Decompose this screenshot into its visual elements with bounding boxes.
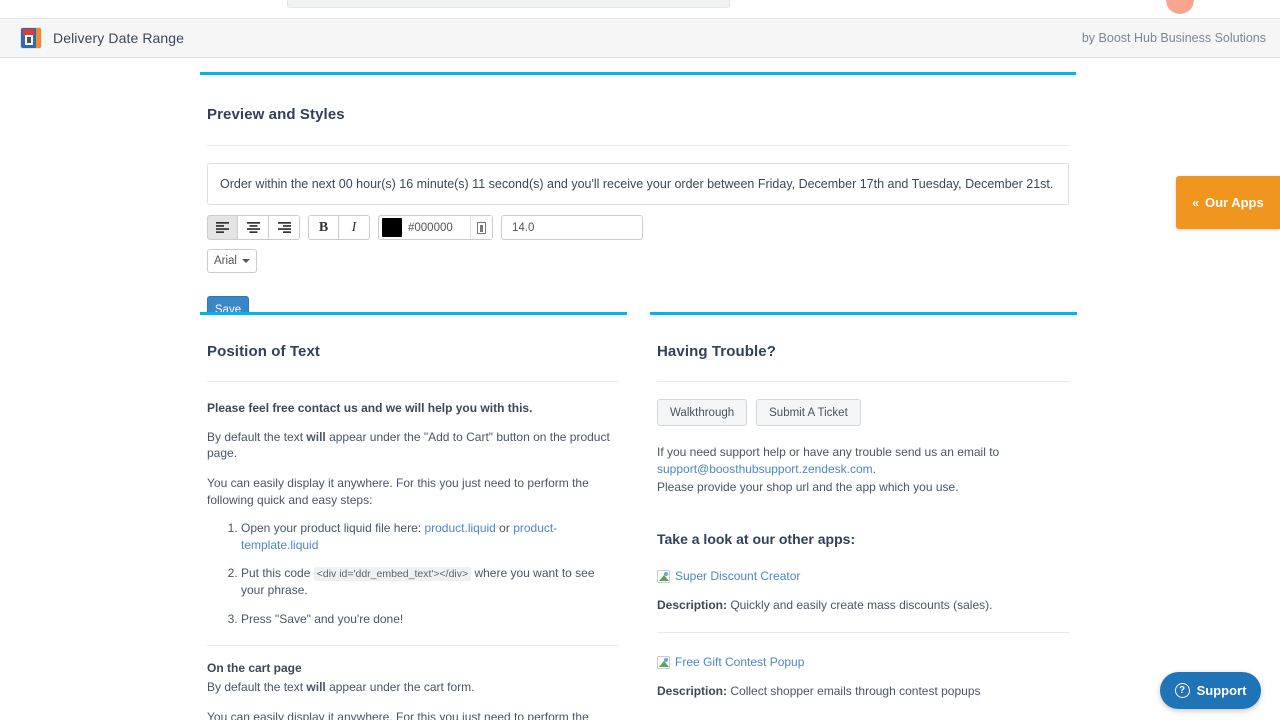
divider [207, 381, 619, 382]
align-right-button[interactable] [269, 215, 300, 240]
align-center-icon [247, 222, 260, 233]
app-header-bar: Delivery Date Range by Boost Hub Busines… [0, 18, 1280, 58]
product-step2-pre: Put this code [241, 566, 314, 580]
walkthrough-button[interactable]: Walkthrough [657, 399, 747, 426]
product-liquid-link[interactable]: product.liquid [424, 521, 495, 535]
position-panel-title: Position of Text [207, 343, 627, 360]
support-widget-button[interactable]: ? Support [1160, 672, 1261, 709]
our-apps-tab[interactable]: « Our Apps [1176, 176, 1280, 229]
app-title: Delivery Date Range [53, 30, 184, 46]
alignment-button-group [207, 215, 300, 240]
divider [207, 145, 1069, 146]
cart-default-pre: By default the text [207, 680, 306, 694]
description-label: Description: [657, 598, 727, 612]
bold-italic-button-group: B I [308, 215, 370, 240]
chevron-down-icon [242, 259, 250, 263]
other-apps-title: Take a look at our other apps: [657, 531, 1077, 547]
app-logo-icon [21, 28, 41, 48]
description-text: Collect shopper emails through contest p… [727, 684, 980, 698]
product-default-pre: By default the text [207, 430, 306, 444]
align-center-button[interactable] [238, 215, 269, 240]
color-hex-value: #000000 [408, 222, 470, 234]
divider [207, 645, 619, 646]
other-app-item[interactable]: Super Discount Creator [657, 569, 1077, 583]
color-picker-group[interactable]: #000000 [378, 215, 493, 240]
support-line-2: Please provide your shop url and the app… [657, 480, 959, 494]
support-email-link[interactable]: support@boosthubsupport.zendesk.com [657, 462, 873, 476]
question-circle-icon: ? [1175, 683, 1190, 698]
product-steps-intro: You can easily display it anywhere. For … [207, 475, 619, 507]
partial-avatar-circle [1166, 0, 1194, 14]
product-step1-or: or [496, 521, 513, 535]
color-picker-button[interactable] [470, 216, 492, 239]
submit-a-ticket-button[interactable]: Submit A Ticket [756, 399, 861, 426]
having-trouble-panel: Having Trouble? Walkthrough Submit A Tic… [650, 312, 1077, 720]
app-vendor-label: by Boost Hub Business Solutions [1082, 31, 1280, 45]
product-step-1: Open your product liquid file here: prod… [241, 520, 619, 554]
color-picker-icon [477, 222, 486, 234]
support-action-buttons: Walkthrough Submit A Ticket [657, 399, 1077, 426]
product-default-line: By default the text will appear under th… [207, 429, 619, 461]
support-email-period: . [873, 462, 876, 476]
broken-image-icon [657, 570, 670, 583]
text-style-toolbar: B I #000000 14.0 [207, 215, 1076, 240]
trouble-panel-title: Having Trouble? [657, 343, 1077, 360]
product-default-bold: will [306, 430, 325, 444]
cart-steps-intro: You can easily display it anywhere. For … [207, 709, 619, 720]
contact-note: Please feel free contact us and we will … [207, 401, 619, 415]
divider [657, 632, 1069, 633]
align-left-button[interactable] [207, 215, 238, 240]
product-step1-text: Open your product liquid file here: [241, 521, 424, 535]
cart-page-heading: On the cart page [207, 661, 619, 675]
page-root: Delivery Date Range by Boost Hub Busines… [0, 0, 1280, 720]
description-text: Quickly and easily create mass discounts… [727, 598, 992, 612]
align-left-icon [216, 222, 229, 233]
app-header-left: Delivery Date Range [0, 28, 184, 48]
broken-image-icon [657, 656, 670, 669]
app-link-super-discount-creator[interactable]: Super Discount Creator [675, 569, 800, 583]
app-description: Description: Collect shopper emails thro… [657, 684, 1077, 698]
app-description: Description: Quickly and easily create m… [657, 598, 1077, 612]
align-right-icon [278, 222, 291, 233]
preview-panel-title: Preview and Styles [207, 106, 1076, 123]
support-widget-label: Support [1197, 683, 1247, 698]
product-step-3: Press "Save" and you're done! [241, 611, 619, 628]
other-app-item[interactable]: Free Gift Contest Popup [657, 655, 1077, 669]
app-link-free-gift-contest-popup[interactable]: Free Gift Contest Popup [675, 655, 804, 669]
color-swatch[interactable] [382, 218, 402, 237]
preview-text: Order within the next 00 hour(s) 16 minu… [208, 177, 1053, 191]
preview-text-box[interactable]: Order within the next 00 hour(s) 16 minu… [207, 163, 1069, 205]
product-embed-code: <div id='ddr_embed_text'></div> [314, 567, 471, 581]
cart-default-bold: will [306, 680, 325, 694]
position-panel-body: Please feel free contact us and we will … [207, 401, 619, 720]
font-size-input[interactable]: 14.0 [501, 215, 643, 240]
position-of-text-panel: Position of Text Please feel free contac… [200, 312, 627, 720]
italic-button[interactable]: I [339, 215, 370, 240]
bold-button[interactable]: B [308, 215, 339, 240]
product-steps-list: Open your product liquid file here: prod… [207, 520, 619, 628]
font-family-select[interactable]: Arial [207, 249, 257, 273]
cart-default-line: By default the text will appear under th… [207, 679, 619, 695]
our-apps-label: Our Apps [1205, 195, 1264, 210]
top-scroll-sliver [0, 0, 1280, 18]
description-label: Description: [657, 684, 727, 698]
chevron-double-left-icon: « [1192, 196, 1197, 210]
cart-default-post: appear under the cart form. [326, 680, 475, 694]
product-step-2: Put this code <div id='ddr_embed_text'><… [241, 565, 619, 599]
support-line-1: If you need support help or have any tro… [657, 445, 999, 459]
support-help-text: If you need support help or have any tro… [657, 444, 1069, 496]
partial-field-above-fold [287, 0, 730, 8]
divider [657, 381, 1069, 382]
preview-and-styles-panel: Preview and Styles Order within the next… [200, 72, 1076, 316]
font-family-value: Arial [214, 255, 237, 267]
main-content: Preview and Styles Order within the next… [0, 59, 1280, 720]
